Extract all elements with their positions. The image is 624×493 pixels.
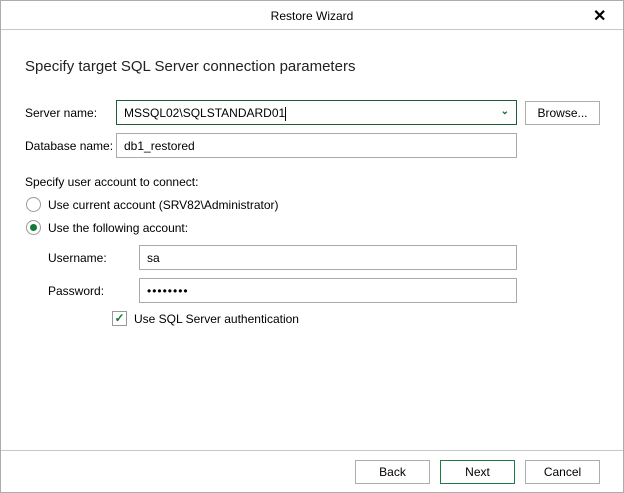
database-name-input[interactable]: db1_restored (116, 133, 517, 158)
username-input[interactable]: sa (139, 245, 517, 270)
radio-current-account-label[interactable]: Use current account (SRV82\Administrator… (48, 198, 279, 212)
browse-button[interactable]: Browse... (525, 101, 600, 125)
cancel-button[interactable]: Cancel (525, 460, 600, 484)
footer-divider (1, 450, 623, 451)
text-caret (285, 106, 287, 121)
radio-following-account[interactable] (26, 220, 41, 235)
restore-wizard-window: Restore Wizard ✕ Specify target SQL Serv… (0, 0, 624, 493)
password-label: Password: (48, 284, 105, 298)
server-name-label: Server name: (25, 106, 98, 120)
account-section-label: Specify user account to connect: (25, 175, 199, 189)
title-bar: Restore Wizard ✕ (1, 1, 623, 30)
username-label: Username: (48, 251, 107, 265)
password-input[interactable]: •••••••• (139, 278, 517, 303)
chevron-down-icon[interactable]: ⌄ (501, 106, 509, 117)
close-icon[interactable]: ✕ (593, 6, 606, 26)
back-button[interactable]: Back (355, 460, 430, 484)
sql-auth-label[interactable]: Use SQL Server authentication (134, 312, 299, 326)
radio-following-account-label[interactable]: Use the following account: (48, 221, 188, 235)
next-button[interactable]: Next (440, 460, 515, 484)
sql-auth-checkbox[interactable]: ✓ (112, 311, 127, 326)
database-name-label: Database name: (25, 139, 114, 153)
page-heading: Specify target SQL Server connection par… (25, 58, 356, 75)
window-title: Restore Wizard (270, 9, 354, 23)
radio-current-account[interactable] (26, 197, 41, 212)
server-name-combobox[interactable]: MSSQL02\SQLSTANDARD01 ⌄ (116, 100, 517, 125)
server-name-value: MSSQL02\SQLSTANDARD01 (124, 106, 286, 120)
